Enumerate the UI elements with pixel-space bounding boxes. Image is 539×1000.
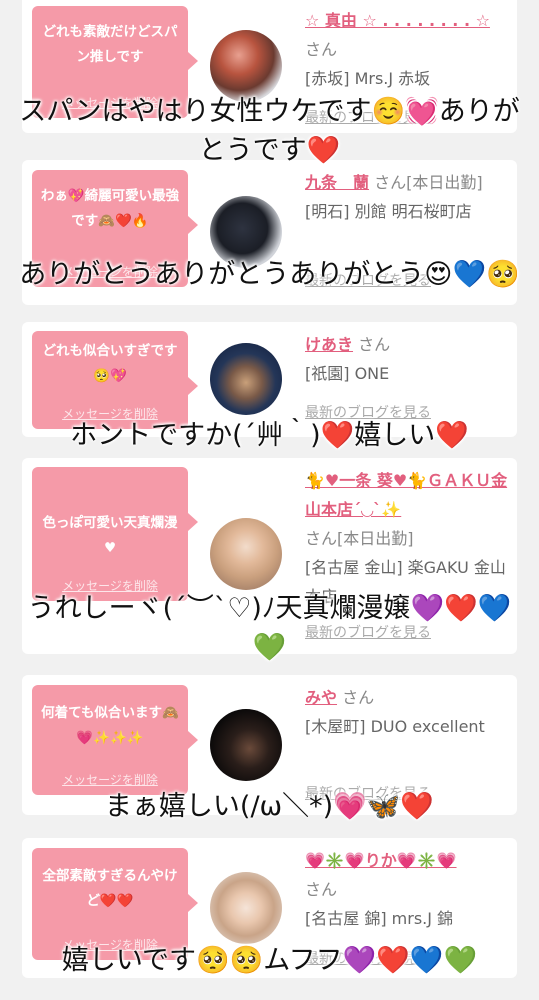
honorific: さん[本日出勤] bbox=[374, 173, 483, 192]
profile-info: ☆ 真由 ☆ . . . . . . . . ☆ さん [赤坂] Mrs.J 赤… bbox=[305, 6, 510, 93]
reply-caption: まぁ嬉しい(/ω＼*)💗🦋❤️ bbox=[104, 791, 435, 822]
shop-name: [赤坂] Mrs.J 赤坂 bbox=[305, 69, 431, 88]
message-text: どれも素敵だけどスパン推しです bbox=[42, 24, 178, 65]
delete-message-link[interactable]: メッセージを削除 bbox=[32, 771, 188, 788]
profile-name-link[interactable]: けあき bbox=[305, 335, 353, 354]
profile-name-link[interactable]: 九条 蘭 bbox=[305, 173, 369, 192]
reply-caption: スパンはやはり女性ウケです☺️💓ありがとうです❤️ bbox=[19, 96, 520, 166]
honorific: さん bbox=[305, 40, 338, 59]
message-text: どれも似合いすぎです🥺💖 bbox=[42, 343, 178, 384]
shop-name: [名古屋 錦] mrs.J 錦 bbox=[305, 909, 454, 928]
profile-info: みや さん [木屋町] DUO excellent bbox=[305, 683, 510, 741]
message-bubble: 色っぽ可愛い天真爛漫♥ メッセージを削除 bbox=[32, 467, 198, 601]
avatar[interactable] bbox=[210, 872, 282, 944]
profile-name-link[interactable]: 🐈♥一条 葵♥🐈ＧＡＫＵ金山本店´◡`✨ bbox=[305, 471, 507, 519]
avatar[interactable] bbox=[210, 343, 282, 415]
profile-name-link[interactable]: ☆ 真由 ☆ . . . . . . . . ☆ bbox=[305, 11, 490, 30]
reply-caption: 嬉しいです🥺🥺ムフフ💜❤️💙💚 bbox=[61, 945, 478, 976]
profile-info: 💗✳️💗りか💗✳️💗 さん [名古屋 錦] mrs.J 錦 bbox=[305, 846, 510, 933]
message-text: 色っぽ可愛い天真爛漫♥ bbox=[42, 515, 178, 556]
message-text: 全部素敵すぎるんやけど❤️❤️ bbox=[42, 868, 178, 909]
honorific: さん bbox=[305, 880, 338, 899]
honorific: さん bbox=[342, 688, 375, 707]
message-bubble: 何着ても似合います🙈💗✨✨✨ メッセージを削除 bbox=[32, 685, 198, 795]
reply-caption: ありがとうありがとうありがとう😍💙🥺 bbox=[19, 259, 520, 290]
profile-info: 九条 蘭 さん[本日出勤] [明石] 別館 明石桜町店 bbox=[305, 168, 510, 226]
reply-caption: ホントですか(´艸｀)❤️嬉しい❤️ bbox=[70, 420, 469, 451]
honorific: さん bbox=[358, 335, 391, 354]
profile-name-link[interactable]: 💗✳️💗りか💗✳️💗 bbox=[305, 851, 457, 870]
message-text: 何着ても似合います🙈💗✨✨✨ bbox=[41, 705, 179, 746]
shop-name: [木屋町] DUO excellent bbox=[305, 717, 485, 736]
honorific: さん[本日出勤] bbox=[305, 529, 414, 548]
message-bubble: どれも似合いすぎです🥺💖 メッセージを削除 bbox=[32, 331, 198, 429]
message-text: わぁ💖綺麗可愛い最強です🙈❤️🔥 bbox=[40, 188, 180, 229]
reply-caption: うれしーヾ(´︶`♡)ﾉ天真爛漫嬢💜❤️💙💚 bbox=[27, 593, 512, 663]
profile-name-link[interactable]: みや bbox=[305, 688, 337, 707]
shop-name: [祇園] ONE bbox=[305, 364, 390, 383]
avatar[interactable] bbox=[210, 709, 282, 781]
profile-info: けあき さん [祇園] ONE bbox=[305, 330, 510, 388]
avatar[interactable] bbox=[210, 518, 282, 590]
shop-name: [明石] 別館 明石桜町店 bbox=[305, 202, 472, 221]
